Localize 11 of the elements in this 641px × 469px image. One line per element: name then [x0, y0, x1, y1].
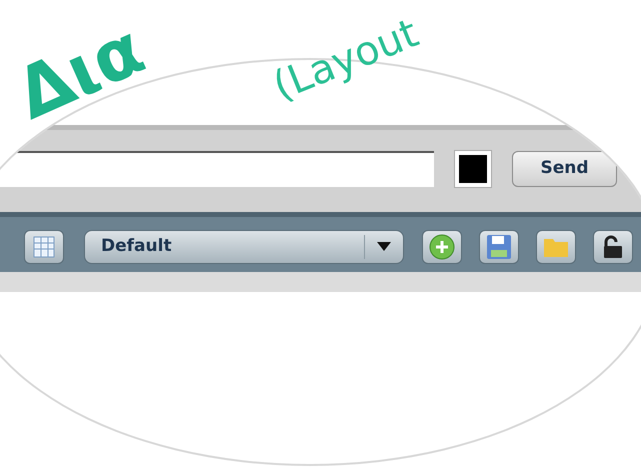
send-button[interactable]: Send — [512, 151, 617, 187]
table-icon[interactable] — [24, 230, 64, 264]
caret-icon — [377, 242, 391, 251]
layout-dropdown[interactable]: Default — [84, 230, 404, 264]
lock-icon[interactable] — [593, 230, 633, 264]
folder-icon[interactable] — [536, 230, 576, 264]
add-icon[interactable] — [422, 230, 462, 264]
save-icon[interactable] — [479, 230, 519, 264]
slide-title: Δια — [6, 13, 154, 130]
message-field[interactable] — [0, 151, 434, 187]
color-swatch[interactable] — [454, 150, 492, 188]
